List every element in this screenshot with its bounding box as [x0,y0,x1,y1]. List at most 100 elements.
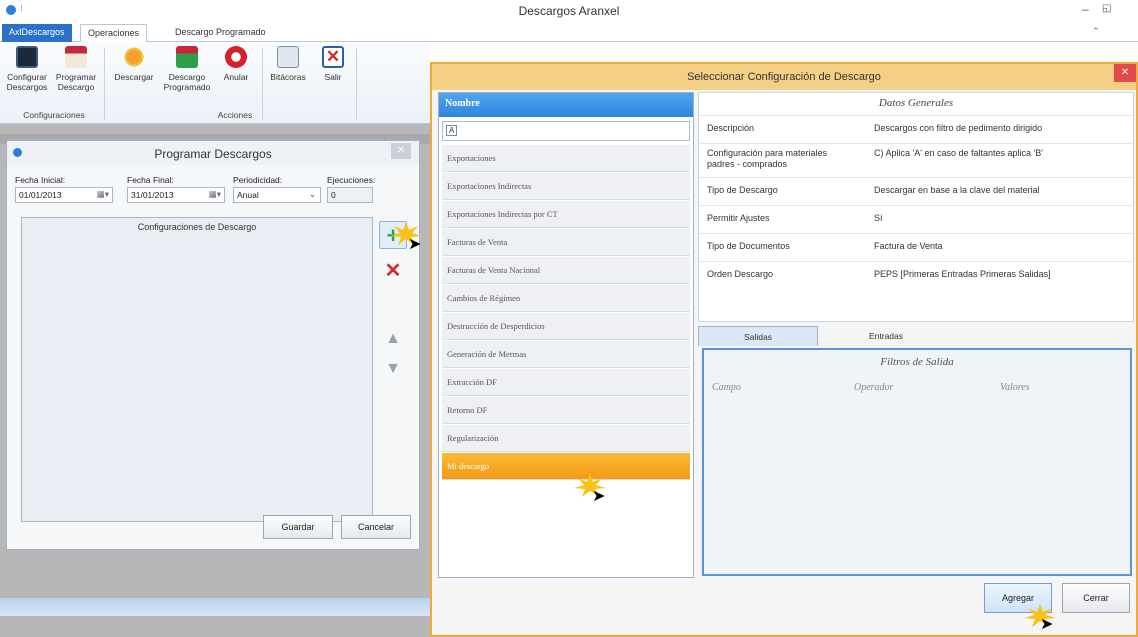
cerrar-button[interactable]: Cerrar [1062,583,1130,613]
anular-label: Anular [223,72,249,82]
bitacoras-button[interactable]: Bitácoras [266,46,310,82]
filtros-panel: Filtros de Salida Campo Operador Valores [702,348,1132,576]
fecha-final-value: 31/01/2013 [131,190,174,200]
ejecuciones-label: Ejecuciones: [327,175,376,185]
ejecuciones-field[interactable]: 0 [327,187,373,203]
group-acciones-label: Acciones [217,110,253,120]
fecha-inicial-field[interactable]: 01/01/2013 ▦▾ [15,187,113,203]
list-item[interactable]: Exportaciones [442,145,690,172]
list-item[interactable]: Exportaciones Indirectas por CT [442,201,690,228]
nombre-filter-input[interactable]: A [442,121,690,141]
gear-icon [123,46,145,68]
datos-value: Factura de Venta [874,241,943,251]
seleccionar-configuracion-dialog: Seleccionar Configuración de Descargo ✕ … [430,62,1138,637]
filtros-header: Filtros de Salida [880,356,954,368]
group-configuraciones-label: Configuraciones [23,110,85,120]
move-up-icon[interactable]: ▲ [379,325,407,353]
fecha-final-field[interactable]: 31/01/2013 ▦▾ [127,187,225,203]
guardar-button[interactable]: Guardar [263,515,333,539]
tab-operaciones[interactable]: Operaciones [80,24,148,43]
restore-icon[interactable]: ◱ [1102,3,1111,14]
datos-key: Configuración para materiales padres - c… [707,148,828,169]
datos-row: Tipo de Descargo Descargar en base a la … [699,177,1133,205]
programar-descargos-dialog: Programar Descargos ✕ Fecha Inicial: 01/… [6,140,420,550]
list-item[interactable]: Facturas de Venta Nacional [442,257,690,284]
periodicidad-label: Periodicidad: [233,175,283,185]
nombres-header: Nombre [439,93,693,117]
datos-value: Descargar en base a la clave del materia… [874,185,1040,195]
fecha-inicial-label: Fecha Inicial: [15,175,66,185]
list-item[interactable]: Generación de Mermas [442,341,690,368]
calendar-dropdown-icon[interactable]: ▦▾ [97,189,109,200]
programar-dialog-title-bar: Programar Descargos ✕ [7,141,419,165]
ribbon-collapse-icon[interactable]: ⌃ [1092,26,1100,37]
configurar-descargos-label: Configurar Descargos [6,72,48,92]
group-separator [104,48,105,120]
list-item-selected[interactable]: Mi descargo [442,453,690,480]
datos-value: C) Aplica 'A' en caso de faltantes aplic… [874,148,1043,158]
datos-value: PEPS [Primeras Entradas Primeras Salidas… [874,269,1051,279]
list-item[interactable]: Facturas de Venta [442,229,690,256]
seleccionar-dialog-title: Seleccionar Configuración de Descargo [687,71,881,83]
periodicidad-value: Anual [237,190,259,200]
app-title: Descargos Aranxel [518,4,620,18]
descargar-label: Descargar [114,72,154,82]
periodicidad-select[interactable]: Anual ⌄ [233,187,321,203]
datos-value: Sí [874,213,883,223]
ribbon-body: Configurar Descargos Programar Descargo … [0,42,430,124]
configurar-descargos-button[interactable]: Configurar Descargos [6,46,48,92]
cancelar-button[interactable]: Cancelar [341,515,411,539]
programar-descargo-button[interactable]: Programar Descargo [54,46,98,92]
nombres-list: Nombre A Exportaciones Exportaciones Ind… [438,92,694,578]
salir-button[interactable]: ✕ Salir [316,46,350,82]
datos-row: Orden Descargo PEPS [Primeras Entradas P… [699,261,1133,289]
tab-file[interactable]: AxlDescargos [2,24,72,42]
tab-salidas[interactable]: Salidas [698,326,818,346]
descargo-programado-button[interactable]: Descargo Programado [162,46,212,92]
list-item[interactable]: Cambios de Régimen [442,285,690,312]
bitacoras-label: Bitácoras [270,72,306,82]
tab-entradas[interactable]: Entradas [826,326,946,346]
programar-dialog-title: Programar Descargos [154,147,272,161]
list-item[interactable]: Extracción DF [442,369,690,396]
minimize-icon[interactable]: – [1082,2,1089,16]
datos-generales-header: Datos Generales [878,97,954,109]
log-icon [277,46,299,68]
configuraciones-list[interactable]: Configuraciones de Descargo [21,217,373,522]
fecha-inicial-value: 01/01/2013 [19,190,62,200]
close-icon[interactable]: ✕ [1114,64,1136,82]
ejecuciones-value: 0 [331,190,336,200]
anular-button[interactable]: Anular [216,46,256,82]
salir-label: Salir [324,72,342,82]
datos-key: Permitir Ajustes [707,213,770,223]
exit-icon: ✕ [322,46,344,68]
filtros-tabs: Salidas Entradas [698,326,1134,346]
configuraciones-list-header: Configuraciones de Descargo [137,222,257,232]
fecha-final-label: Fecha Final: [127,175,174,185]
list-item[interactable]: Exportaciones Indirectas [442,173,690,200]
list-item[interactable]: Regularización [442,425,690,452]
list-item[interactable]: Destrucción de Desperdicios [442,313,690,340]
programar-descargo-label: Programar Descargo [55,72,97,92]
column-header-campo: Campo [712,382,741,393]
mouse-cursor-icon: ➤ [592,488,606,505]
chevron-down-icon: ⌄ [308,189,316,199]
tab-descargo-programado[interactable]: Descargo Programado [168,24,273,42]
list-item[interactable]: Retorno DF [442,397,690,424]
status-bar [0,598,430,616]
datos-key: Orden Descargo [707,269,774,279]
move-down-icon[interactable]: ▼ [379,355,407,383]
calendar-dropdown-icon[interactable]: ▦▾ [209,189,221,200]
descargar-button[interactable]: Descargar [110,46,158,82]
calendar-icon [65,46,87,68]
datos-row: Descripción Descargos con filtro de pedi… [699,115,1133,143]
delete-icon[interactable]: ✕ [379,257,407,285]
datos-value: Descargos con filtro de pedimento dirigi… [874,123,1043,133]
undo-icon [225,46,247,68]
close-icon[interactable]: ✕ [391,143,411,159]
datos-row: Permitir Ajustes Sí [699,205,1133,233]
filter-icon: A [446,125,458,136]
datos-row: Configuración para materiales padres - c… [699,143,1133,177]
datos-generales-panel: Datos Generales Descripción Descargos co… [698,92,1134,322]
mouse-cursor-icon: ➤ [408,236,422,253]
